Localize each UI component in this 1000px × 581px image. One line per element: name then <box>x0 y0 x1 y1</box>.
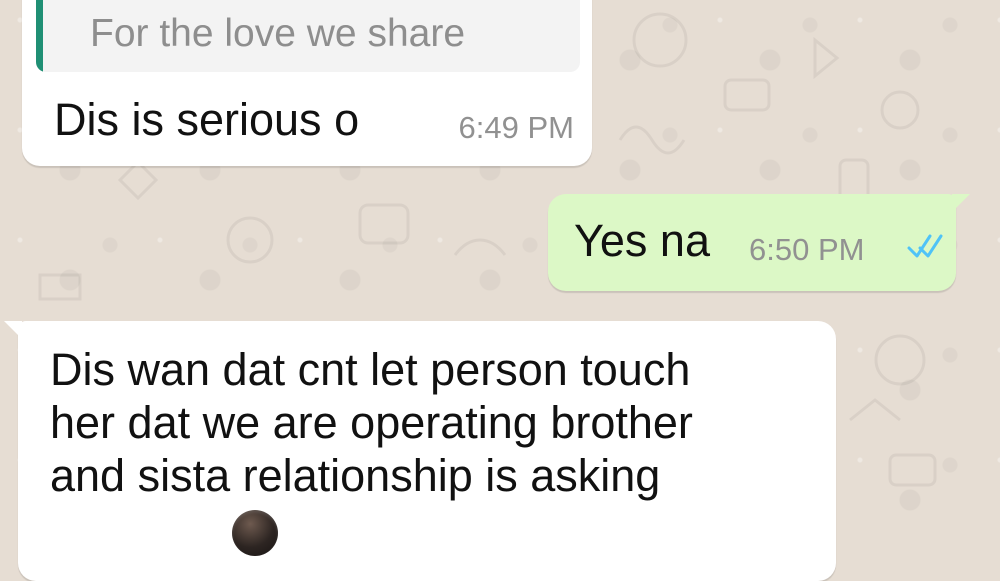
incoming-message-reply[interactable]: For the love we share Dis is serious o 6… <box>22 0 592 166</box>
message-line: her dat we are operating brother <box>50 397 693 448</box>
message-text-block: Dis wan dat cnt let person touch her dat… <box>50 343 810 502</box>
message-line: Dis wan dat cnt let person touch <box>50 344 691 395</box>
double-check-icon <box>907 234 943 258</box>
message-line: and sista relationship is asking <box>50 450 661 501</box>
incoming-message[interactable]: Dis wan dat cnt let person touch her dat… <box>4 321 836 581</box>
emoji-icon <box>232 510 278 556</box>
quoted-message[interactable]: For the love we share <box>36 0 580 72</box>
quoted-message-text: For the love we share <box>90 12 466 55</box>
quote-accent-bar <box>36 0 43 72</box>
message-time: 6:49 PM <box>458 110 574 145</box>
outgoing-message[interactable]: Yes na 6:50 PM <box>548 194 970 291</box>
message-text: Dis is serious o <box>54 94 360 145</box>
message-time: 6:50 PM <box>749 232 865 267</box>
message-text: Yes na <box>574 215 710 266</box>
